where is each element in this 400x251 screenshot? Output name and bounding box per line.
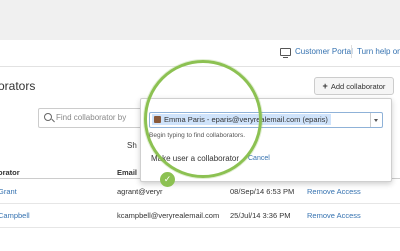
monitor-icon (280, 47, 291, 58)
table-row: Grant agrant@veryr 08/Sep/14 6:53 PM Rem… (0, 179, 400, 204)
check-icon: ✓ (160, 172, 175, 187)
column-header-email[interactable]: Email (117, 168, 137, 177)
customer-portal-link[interactable]: Customer Portal (280, 47, 353, 58)
add-collaborator-label: Add collaborator (330, 81, 386, 91)
collaborator-date: 25/Jul/14 3:36 PM (230, 211, 291, 220)
remove-access-link[interactable]: Remove Access (307, 211, 361, 220)
table-row: Campbell kcampbell@veryrealemail.com 25/… (0, 203, 400, 228)
collaborator-email: kcampbell@veryrealemail.com (117, 211, 220, 220)
customer-portal-label: Customer Portal (295, 47, 353, 56)
collaborator-name-link[interactable]: Campbell (0, 211, 30, 220)
column-header-collaborator[interactable]: orator (0, 168, 20, 177)
search-icon (44, 113, 52, 121)
show-filter-label: Sh (127, 141, 137, 150)
plus-icon: + (322, 81, 328, 91)
find-collaborator-placeholder: Find collaborator by (56, 113, 127, 122)
remove-access-link[interactable]: Remove Access (307, 187, 361, 196)
page-title: orators (0, 79, 36, 93)
turn-help-on-link[interactable]: Turn help on (357, 47, 400, 56)
find-collaborator-input[interactable]: Find collaborator by (38, 108, 150, 128)
collaborator-date: 08/Sep/14 6:53 PM (230, 187, 295, 196)
collaborator-email: agrant@veryr (117, 187, 163, 196)
add-collaborator-button[interactable]: + Add collaborator (314, 77, 394, 95)
header-divider (351, 45, 352, 58)
chevron-down-icon[interactable] (370, 113, 382, 127)
top-navigation-bar (0, 0, 400, 41)
highlight-spotlight (144, 60, 262, 178)
cancel-link[interactable]: Cancel (248, 155, 270, 162)
collaborator-name-link[interactable]: Grant (0, 187, 17, 196)
